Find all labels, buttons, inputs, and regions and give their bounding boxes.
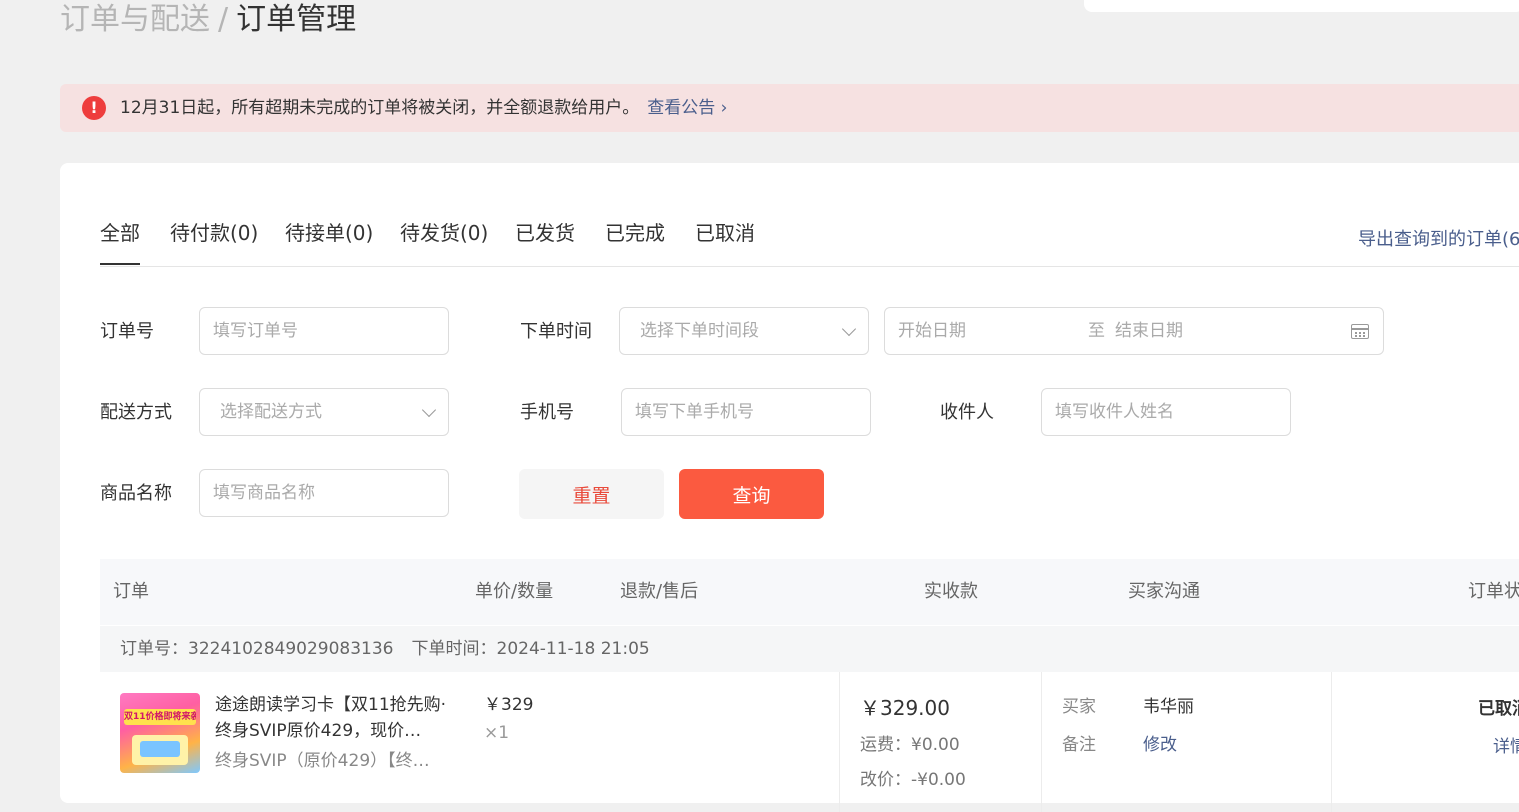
order-time-select[interactable]: 选择下单时间段 [619,307,869,355]
col-refund: 退款/售后 [620,581,699,602]
product-name-label: 商品名称 [100,483,172,504]
col-order-status: 订单状 [1468,581,1519,602]
orders-table-header: 订单 单价/数量 退款/售后 实收款 买家沟通 订单状 [100,559,1519,625]
notice-message: 12月31日起，所有超期未完成的订单将被关闭，并全额退款给用户。 [120,98,640,118]
col-received: 实收款 [924,581,978,602]
column-divider [839,672,840,812]
product-box-image [132,735,188,765]
top-right-panel [1084,0,1519,12]
breadcrumb-separator: / [218,2,229,37]
tab-all[interactable]: 全部 [100,218,140,265]
tab-cancelled[interactable]: 已取消 [695,218,755,248]
breadcrumb: 订单与配送 / 订单管理 [60,2,356,38]
product-sku: 终身SVIP（原价429）【终… [215,751,430,771]
notice-text: 12月31日起，所有超期未完成的订单将被关闭，并全额退款给用户。 查看公告 › [120,84,727,132]
order-time-meta-label: 下单时间： [411,639,497,659]
page-title: 订单管理 [236,2,357,37]
receiver-field[interactable] [1041,388,1291,436]
delivery-select[interactable]: 选择配送方式 [199,388,449,436]
thumbnail-banner-text: 双11价格即将来袭 [124,709,196,725]
start-date-placeholder: 开始日期 [898,321,966,341]
tab-pending-accept[interactable]: 待接单(0) [285,218,373,248]
order-time: 2024-11-18 21:05 [496,639,650,659]
order-row: 双11价格即将来袭 途途朗读学习卡【双11抢先购·终身SVIP原价429，现价…… [100,672,1519,812]
date-range-picker[interactable]: 开始日期 至 结束日期 [884,307,1384,355]
search-button[interactable]: 查询 [679,469,824,519]
buyer-name: 韦华丽 [1143,697,1194,717]
col-buyer-contact: 买家沟通 [1128,581,1200,602]
col-order: 订单 [113,581,149,602]
order-meta: 订单号：3224102849029083136 下单时间：2024-11-18 2… [120,626,650,672]
product-name-input[interactable] [200,470,448,516]
delivery-placeholder: 选择配送方式 [220,402,322,422]
reset-button[interactable]: 重置 [519,469,664,519]
col-price-qty: 单价/数量 [475,581,554,602]
chevron-down-icon [841,321,857,337]
product-title[interactable]: 途途朗读学习卡【双11抢先购·终身SVIP原价429，现价… [215,692,455,744]
product-name-field[interactable] [199,469,449,517]
phone-input[interactable] [622,389,870,435]
buyer-label: 买家 [1062,697,1096,717]
price-adjustment: 改价：-¥0.00 [860,770,966,790]
tab-pending-payment[interactable]: 待付款(0) [170,218,258,248]
notice-banner: ! 12月31日起，所有超期未完成的订单将被关闭，并全额退款给用户。 查看公告 › [60,84,1519,132]
shipping-fee: 运费：¥0.00 [860,735,960,755]
order-no-field[interactable] [199,307,449,355]
remark-label: 备注 [1062,735,1096,755]
order-no-label: 订单号 [100,321,154,342]
export-orders-link[interactable]: 导出查询到的订单(68 [1358,225,1519,251]
order-no-input[interactable] [200,308,448,354]
date-range-separator: 至 [1088,321,1105,341]
column-divider [1331,672,1332,812]
column-divider [1041,672,1042,812]
tab-completed[interactable]: 已完成 [605,218,665,248]
phone-label: 手机号 [520,402,574,423]
order-no-meta-label: 订单号： [120,639,188,659]
unit-price: ￥329 [484,695,534,715]
order-number: 3224102849029083136 [188,639,394,659]
order-status: 已取消 [1478,699,1519,719]
order-detail-link[interactable]: 详情 [1493,732,1519,757]
quantity: ×1 [484,723,510,743]
received-amount: ￥329.00 [860,696,950,720]
order-time-placeholder: 选择下单时间段 [640,321,759,341]
receiver-label: 收件人 [940,402,994,423]
phone-field[interactable] [621,388,871,436]
tabs-divider [100,266,1519,267]
calendar-icon [1351,324,1369,339]
tab-pending-ship[interactable]: 待发货(0) [400,218,488,248]
end-date-placeholder: 结束日期 [1115,321,1183,341]
chevron-down-icon [421,402,437,418]
tab-shipped[interactable]: 已发货 [515,218,575,248]
receiver-input[interactable] [1042,389,1290,435]
order-header-row: 订单号：3224102849029083136 下单时间：2024-11-18 2… [100,626,1519,672]
order-time-label: 下单时间 [520,321,592,342]
delivery-label: 配送方式 [100,402,172,423]
edit-remark-link[interactable]: 修改 [1143,732,1177,758]
notice-link[interactable]: 查看公告 › [647,98,727,118]
product-thumbnail[interactable]: 双11价格即将来袭 [120,693,200,773]
orders-card: 全部 待付款(0) 待接单(0) 待发货(0) 已发货 已完成 已取消 导出查询… [60,163,1519,812]
breadcrumb-parent[interactable]: 订单与配送 [60,2,210,37]
alert-circle-icon: ! [82,96,106,120]
